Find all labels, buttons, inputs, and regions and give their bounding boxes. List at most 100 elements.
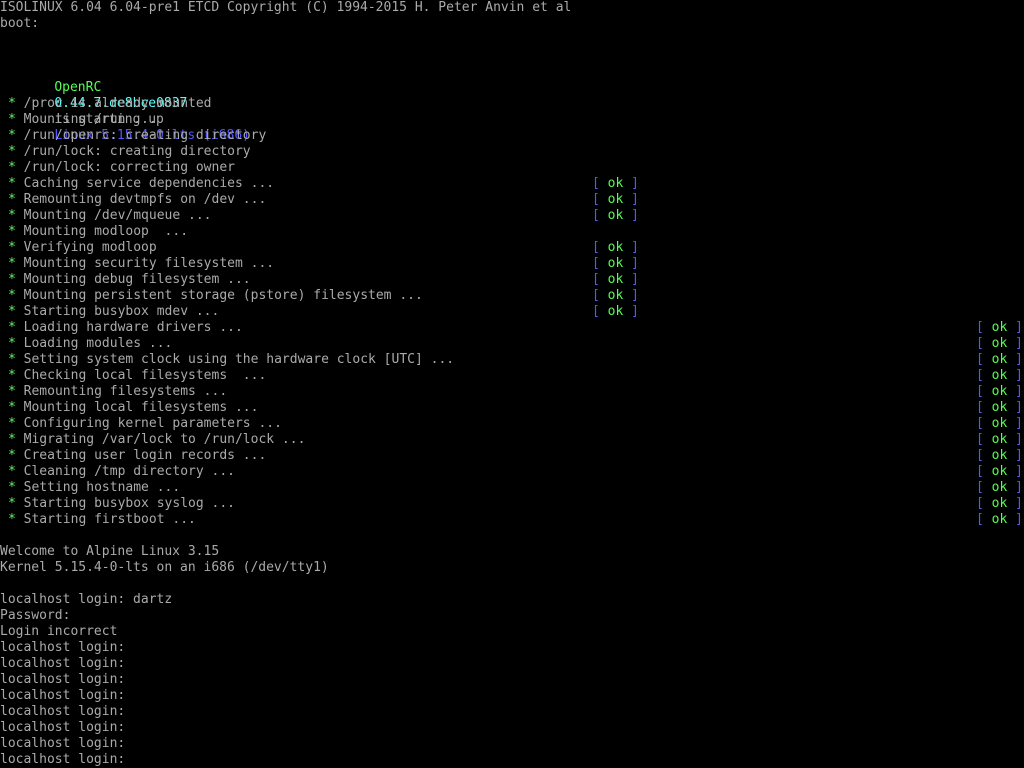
service-line: * Mounting /run ...	[8, 112, 157, 128]
status-ok-badge: [ ok ]	[976, 496, 1023, 512]
service-line: * Mounting local filesystems ...	[8, 400, 258, 416]
status-close-bracket: ]	[631, 208, 639, 223]
status-ok-text: ok	[983, 320, 1016, 335]
login-line: Password:	[0, 608, 71, 623]
status-ok-badge: [ ok ]	[592, 240, 639, 256]
login-line: localhost login:	[0, 640, 126, 655]
status-open-bracket: [	[976, 448, 984, 463]
service-line: * Migrating /var/lock to /run/lock ...	[8, 432, 305, 448]
service-text: Mounting /run ...	[15, 112, 157, 127]
status-close-bracket: ]	[631, 256, 639, 271]
service-text: Mounting /dev/mqueue ...	[15, 208, 212, 223]
service-text: Setting system clock using the hardware …	[15, 352, 455, 367]
service-text: Migrating /var/lock to /run/lock ...	[15, 432, 306, 447]
status-ok-text: ok	[983, 512, 1016, 527]
status-close-bracket: ]	[1015, 416, 1023, 431]
status-ok-text: ok	[983, 464, 1016, 479]
bullet-star: *	[8, 112, 16, 127]
login-line: localhost login:	[0, 688, 126, 703]
service-line: * Mounting security filesystem ...	[8, 256, 274, 272]
bullet-star: *	[8, 512, 16, 527]
service-line: * Remounting devtmpfs on /dev ...	[8, 192, 266, 208]
tty-console[interactable]: ISOLINUX 6.04 6.04-pre1 ETCD Copyright (…	[0, 0, 1024, 768]
service-text: Checking local filesystems ...	[15, 368, 267, 383]
bullet-star: *	[8, 432, 16, 447]
status-ok-text: ok	[983, 432, 1016, 447]
status-ok-badge: [ ok ]	[592, 256, 639, 272]
status-open-bracket: [	[592, 288, 600, 303]
status-open-bracket: [	[976, 352, 984, 367]
login-line: localhost login: dartz	[0, 592, 173, 607]
status-close-bracket: ]	[1015, 512, 1023, 527]
openrc-name: OpenRC	[54, 80, 102, 95]
status-ok-text: ok	[599, 192, 632, 207]
service-line: * Mounting /dev/mqueue ...	[8, 208, 212, 224]
bullet-star: *	[8, 256, 16, 271]
status-ok-text: ok	[983, 400, 1016, 415]
status-ok-badge: [ ok ]	[592, 272, 639, 288]
bullet-star: *	[8, 320, 16, 335]
status-open-bracket: [	[976, 416, 984, 431]
bullet-star: *	[8, 336, 16, 351]
status-ok-badge: [ ok ]	[976, 512, 1023, 528]
bullet-star: *	[8, 352, 16, 367]
bullet-star: *	[8, 496, 16, 511]
bullet-star: *	[8, 288, 16, 303]
bullet-star: *	[8, 208, 16, 223]
status-open-bracket: [	[976, 336, 984, 351]
status-close-bracket: ]	[1015, 496, 1023, 511]
status-open-bracket: [	[976, 512, 984, 527]
service-line: * /proc is already mounted	[8, 96, 212, 112]
status-close-bracket: ]	[1015, 464, 1023, 479]
status-open-bracket: [	[976, 384, 984, 399]
status-ok-text: ok	[983, 368, 1016, 383]
service-line: * Checking local filesystems ...	[8, 368, 266, 384]
service-text: /proc is already mounted	[15, 96, 212, 111]
service-line: * Mounting modloop ...	[8, 224, 188, 240]
login-line: localhost login:	[0, 704, 126, 719]
status-ok-badge: [ ok ]	[976, 384, 1023, 400]
service-line: * Starting busybox syslog ...	[8, 496, 235, 512]
status-ok-text: ok	[599, 272, 632, 287]
service-text: Mounting persistent storage (pstore) fil…	[15, 288, 423, 303]
status-open-bracket: [	[976, 368, 984, 383]
status-ok-badge: [ ok ]	[976, 400, 1023, 416]
status-ok-text: ok	[983, 448, 1016, 463]
service-text: Mounting modloop ...	[15, 224, 189, 239]
service-text: Remounting devtmpfs on /dev ...	[15, 192, 267, 207]
service-line: * /run/openrc: creating directory	[8, 128, 266, 144]
status-open-bracket: [	[976, 496, 984, 511]
service-line: * Cleaning /tmp directory ...	[8, 464, 235, 480]
status-close-bracket: ]	[1015, 320, 1023, 335]
service-text: Cleaning /tmp directory ...	[15, 464, 235, 479]
service-text: Mounting debug filesystem ...	[15, 272, 251, 287]
status-open-bracket: [	[592, 208, 600, 223]
service-line: * Remounting filesystems ...	[8, 384, 227, 400]
service-line: * Mounting debug filesystem ...	[8, 272, 251, 288]
login-line: localhost login:	[0, 672, 126, 687]
status-open-bracket: [	[592, 256, 600, 271]
service-text: Creating user login records ...	[15, 448, 267, 463]
service-line: * Loading modules ...	[8, 336, 172, 352]
status-ok-text: ok	[983, 496, 1016, 511]
status-ok-text: ok	[599, 176, 632, 191]
status-ok-badge: [ ok ]	[976, 480, 1023, 496]
bullet-star: *	[8, 416, 16, 431]
bullet-star: *	[8, 176, 16, 191]
login-line: localhost login:	[0, 720, 126, 735]
welcome-line: Welcome to Alpine Linux 3.15	[0, 544, 220, 559]
bullet-star: *	[8, 128, 16, 143]
status-ok-text: ok	[599, 256, 632, 271]
service-text: /run/lock: creating directory	[15, 144, 251, 159]
status-close-bracket: ]	[1015, 432, 1023, 447]
service-text: Mounting security filesystem ...	[15, 256, 275, 271]
status-ok-badge: [ ok ]	[592, 176, 639, 192]
status-close-bracket: ]	[1015, 368, 1023, 383]
login-line: Login incorrect	[0, 624, 118, 639]
status-open-bracket: [	[976, 464, 984, 479]
service-text: Configuring kernel parameters ...	[15, 416, 282, 431]
status-close-bracket: ]	[1015, 480, 1023, 495]
service-text: Starting busybox syslog ...	[15, 496, 235, 511]
service-text: Starting busybox mdev ...	[15, 304, 220, 319]
service-text: Caching service dependencies ...	[15, 176, 275, 191]
